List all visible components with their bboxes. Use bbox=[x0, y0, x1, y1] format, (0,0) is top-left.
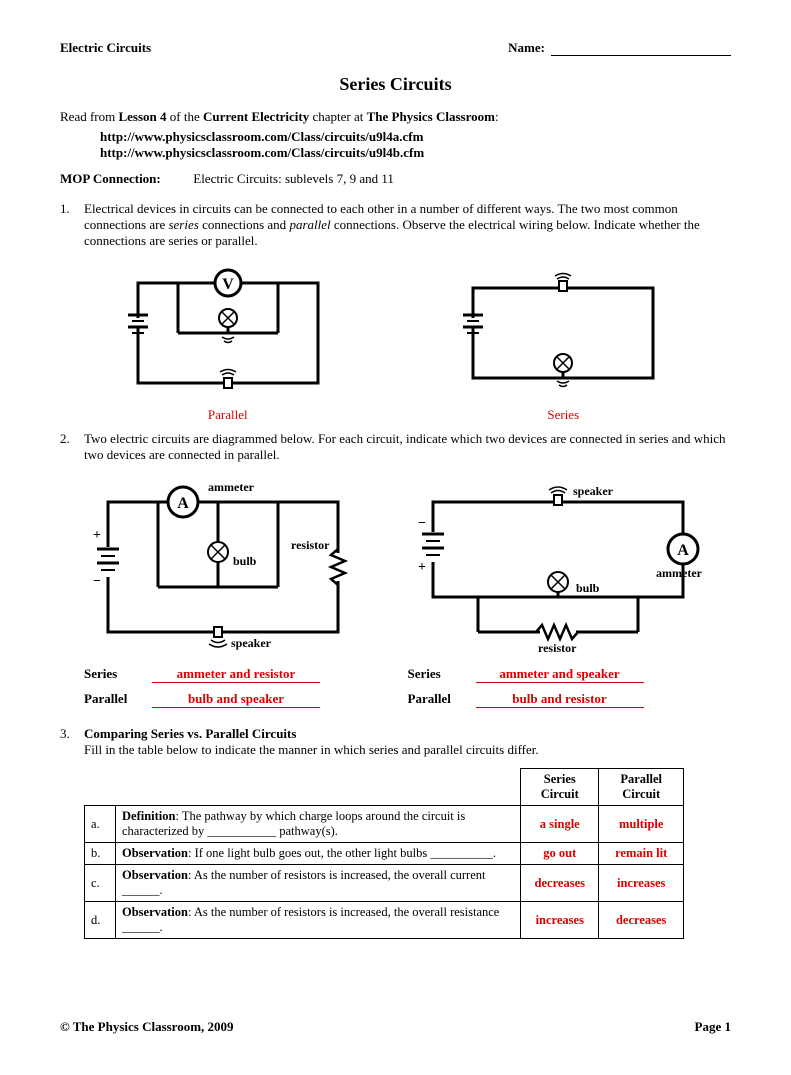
q3-number: 3. bbox=[60, 726, 84, 758]
row-desc: Observation: If one light bulb goes out,… bbox=[116, 843, 521, 865]
url-1: http://www.physicsclassroom.com/Class/ci… bbox=[100, 129, 731, 145]
q3-text: Fill in the table below to indicate the … bbox=[84, 742, 539, 757]
q2-diagrams: + − A ammeter resistor bulb spe bbox=[60, 477, 731, 652]
parallel-answer-left: bulb and speaker bbox=[152, 691, 320, 708]
q2-answers: Series ammeter and resistor Parallel bul… bbox=[84, 666, 731, 716]
parallel-answer-right: bulb and resistor bbox=[476, 691, 644, 708]
series-answer-right: ammeter and speaker bbox=[476, 666, 644, 683]
circuit-parallel-icon: V bbox=[118, 263, 338, 403]
svg-text:+: + bbox=[93, 528, 101, 543]
row-desc: Observation: As the number of resistors … bbox=[116, 902, 521, 939]
q1-diagram-right: Series bbox=[453, 263, 673, 423]
q1-label-series: Series bbox=[453, 407, 673, 423]
row-series: decreases bbox=[521, 865, 599, 902]
footer-copyright: © The Physics Classroom, 2009 bbox=[60, 1019, 234, 1035]
row-letter: b. bbox=[85, 843, 116, 865]
q1-diagram-left: V Parallel bbox=[118, 263, 338, 423]
intro-colon: : bbox=[495, 109, 499, 124]
q2-number: 2. bbox=[60, 431, 84, 463]
q2-answers-left: Series ammeter and resistor Parallel bul… bbox=[84, 666, 408, 716]
q2-answers-right: Series ammeter and speaker Parallel bulb… bbox=[408, 666, 732, 716]
question-1: 1. Electrical devices in circuits can be… bbox=[60, 201, 731, 249]
page-header: Electric Circuits Name: bbox=[60, 40, 731, 56]
page-title: Series Circuits bbox=[60, 74, 731, 95]
q1-parallel-word: parallel bbox=[289, 217, 330, 232]
label-resistor-r: resistor bbox=[538, 641, 577, 652]
label-ammeter-r: ammeter bbox=[656, 566, 703, 580]
q3-heading: Comparing Series vs. Parallel Circuits bbox=[84, 726, 296, 741]
row-parallel: increases bbox=[599, 865, 684, 902]
url-2: http://www.physicsclassroom.com/Class/ci… bbox=[100, 145, 731, 161]
q2-text: Two electric circuits are diagrammed bel… bbox=[84, 431, 731, 463]
row-letter: d. bbox=[85, 902, 116, 939]
table-row: d. Observation: As the number of resisto… bbox=[85, 902, 684, 939]
mop-connection: MOP Connection: Electric Circuits: suble… bbox=[60, 171, 731, 187]
intro-site: The Physics Classroom bbox=[367, 109, 495, 124]
q1-text-b: connections and bbox=[199, 217, 290, 232]
intro-prefix: Read from bbox=[60, 109, 118, 124]
svg-text:A: A bbox=[177, 495, 189, 512]
series-label-left: Series bbox=[84, 666, 152, 682]
row-series: a single bbox=[521, 806, 599, 843]
series-answer-left: ammeter and resistor bbox=[152, 666, 320, 683]
col-series: Series Circuit bbox=[521, 769, 599, 806]
comparison-table: Series Circuit Parallel Circuit a. Defin… bbox=[84, 768, 684, 939]
row-series: go out bbox=[521, 843, 599, 865]
row-letter: a. bbox=[85, 806, 116, 843]
label-bulb: bulb bbox=[233, 554, 257, 568]
q1-series-word: series bbox=[168, 217, 198, 232]
intro-lesson: Lesson 4 bbox=[118, 109, 166, 124]
q2-diagram-left: + − A ammeter resistor bulb spe bbox=[83, 477, 363, 652]
intro-chapter: Current Electricity bbox=[203, 109, 309, 124]
mop-label: MOP Connection: bbox=[60, 171, 161, 186]
q1-number: 1. bbox=[60, 201, 84, 249]
intro-suffix: chapter at bbox=[309, 109, 366, 124]
q1-diagrams: V Parallel bbox=[60, 263, 731, 423]
table-row: b. Observation: If one light bulb goes o… bbox=[85, 843, 684, 865]
label-bulb-r: bulb bbox=[576, 581, 600, 595]
label-resistor: resistor bbox=[291, 538, 330, 552]
mop-text: Electric Circuits: sublevels 7, 9 and 11 bbox=[193, 171, 394, 186]
row-letter: c. bbox=[85, 865, 116, 902]
series-label-right: Series bbox=[408, 666, 476, 682]
name-blank-line[interactable] bbox=[551, 41, 731, 56]
svg-text:+: + bbox=[418, 560, 426, 575]
label-speaker-r: speaker bbox=[573, 484, 614, 498]
label-ammeter: ammeter bbox=[208, 480, 255, 494]
intro-text: Read from Lesson 4 of the Current Electr… bbox=[60, 109, 731, 125]
q1-label-parallel: Parallel bbox=[118, 407, 338, 423]
table-row: a. Definition: The pathway by which char… bbox=[85, 806, 684, 843]
parallel-label-left: Parallel bbox=[84, 691, 152, 707]
footer-page: Page 1 bbox=[695, 1019, 731, 1035]
q3-body: Comparing Series vs. Parallel Circuits F… bbox=[84, 726, 731, 758]
row-parallel: multiple bbox=[599, 806, 684, 843]
parallel-label-right: Parallel bbox=[408, 691, 476, 707]
question-3: 3. Comparing Series vs. Parallel Circuit… bbox=[60, 726, 731, 758]
row-desc: Observation: As the number of resistors … bbox=[116, 865, 521, 902]
svg-text:−: − bbox=[93, 574, 101, 589]
name-field: Name: bbox=[508, 40, 731, 56]
svg-text:−: − bbox=[418, 516, 426, 531]
row-parallel: remain lit bbox=[599, 843, 684, 865]
svg-text:A: A bbox=[677, 542, 689, 559]
circuit-left-icon: + − A ammeter resistor bulb spe bbox=[83, 477, 363, 652]
row-parallel: decreases bbox=[599, 902, 684, 939]
q2-diagram-right: − + speaker A ammeter bulb resistor bbox=[408, 477, 708, 652]
circuit-right-icon: − + speaker A ammeter bulb resistor bbox=[408, 477, 708, 652]
subject-label: Electric Circuits bbox=[60, 40, 151, 56]
page-footer: © The Physics Classroom, 2009 Page 1 bbox=[60, 1019, 731, 1035]
table-row: c. Observation: As the number of resisto… bbox=[85, 865, 684, 902]
intro-mid: of the bbox=[167, 109, 203, 124]
circuit-series-icon bbox=[453, 263, 673, 403]
reference-urls: http://www.physicsclassroom.com/Class/ci… bbox=[100, 129, 731, 161]
col-parallel: Parallel Circuit bbox=[599, 769, 684, 806]
row-desc: Definition: The pathway by which charge … bbox=[116, 806, 521, 843]
q1-body: Electrical devices in circuits can be co… bbox=[84, 201, 731, 249]
row-series: increases bbox=[521, 902, 599, 939]
question-2: 2. Two electric circuits are diagrammed … bbox=[60, 431, 731, 463]
svg-text:V: V bbox=[222, 276, 234, 293]
name-label: Name: bbox=[508, 40, 545, 56]
label-speaker: speaker bbox=[231, 636, 272, 650]
